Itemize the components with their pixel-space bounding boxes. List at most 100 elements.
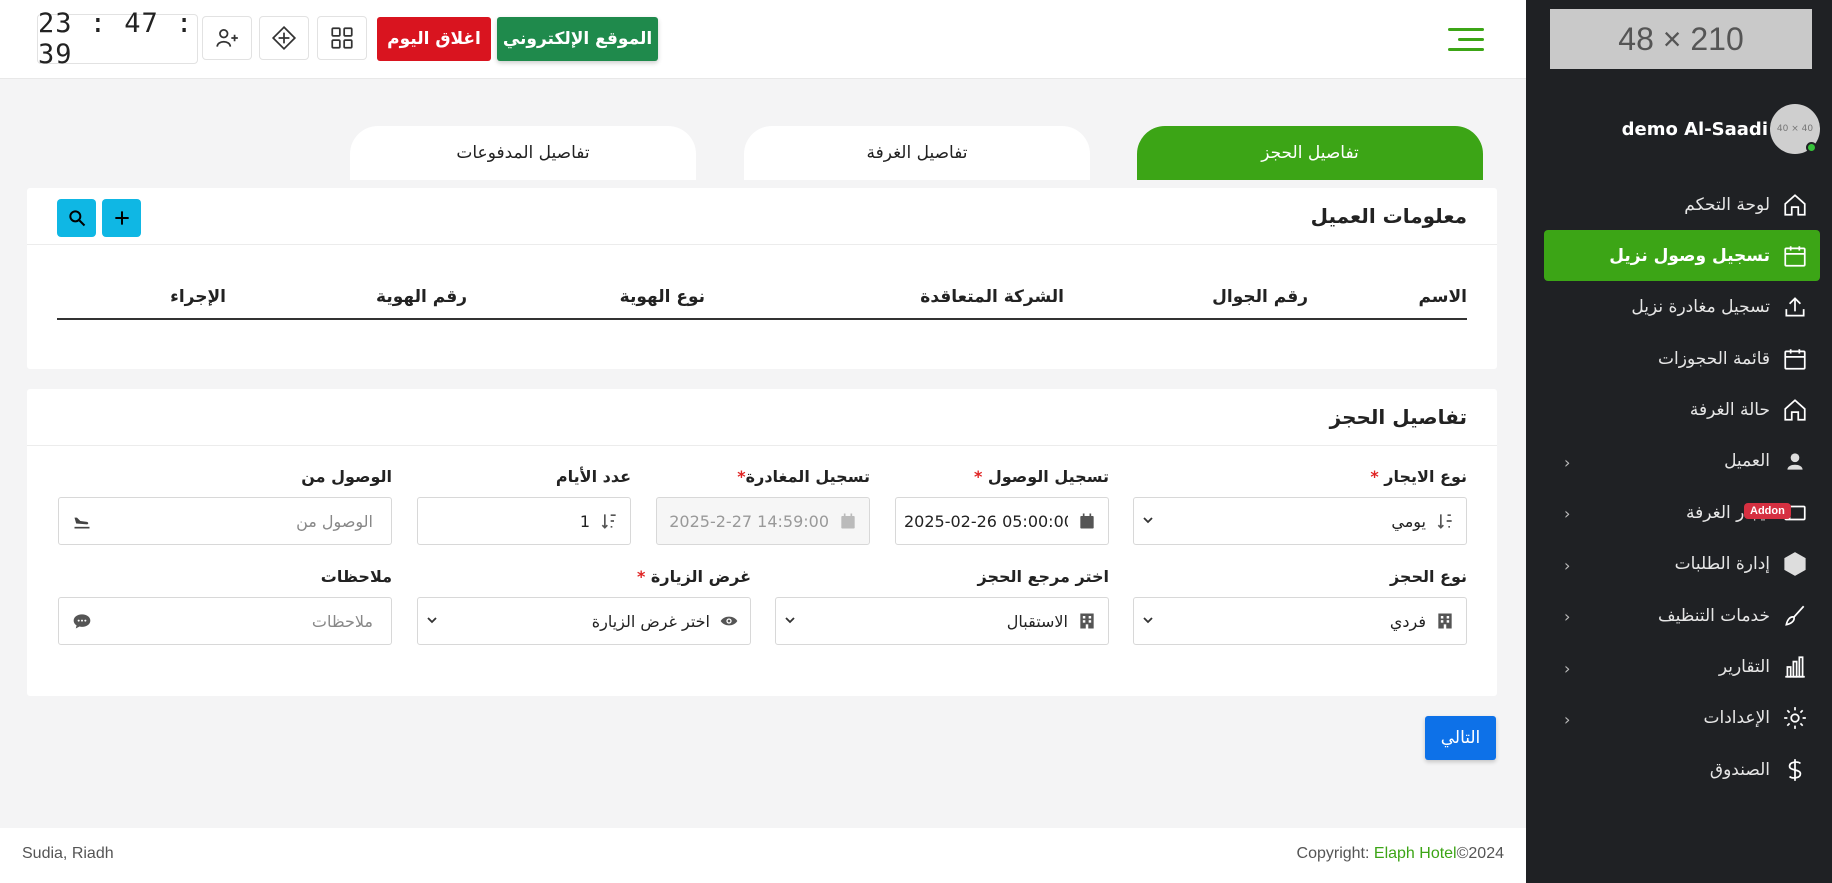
sidebar-item-label: الإعدادات xyxy=(1703,708,1770,729)
close-day-button[interactable]: اغلاق اليوم xyxy=(377,17,491,61)
building-icon xyxy=(1434,610,1456,632)
sidebar-item-orders[interactable]: إدارة الطلبات ‹ xyxy=(1544,539,1820,590)
plane-landing-icon xyxy=(71,510,93,532)
home-icon xyxy=(1780,190,1810,220)
chevron-left-icon: ‹ xyxy=(1564,452,1571,472)
checkin-datetime-input[interactable]: 2025-02-26 05:00:00 xyxy=(895,497,1109,545)
sidebar-item-label: قائمة الحجوزات xyxy=(1658,348,1770,369)
avatar-placeholder-text: 40 × 40 xyxy=(1776,124,1814,134)
move-button[interactable] xyxy=(259,16,309,60)
user-name: demo Al-Saadi xyxy=(1621,118,1768,140)
sidebar-item-checkin[interactable]: تسجيل وصول نزيل xyxy=(1544,230,1820,282)
grid-icon xyxy=(331,27,353,49)
home-icon xyxy=(1780,395,1810,425)
checkin-label: تسجيل الوصول * xyxy=(973,467,1109,486)
checkout-datetime-input: 2025-2-27 14:59:00 xyxy=(656,497,870,545)
broom-icon xyxy=(1780,601,1810,631)
sidebar: 210 × 48 40 × 40 demo Al-Saadi لوحة التح… xyxy=(1526,0,1832,883)
sidebar-item-label: تسجيل مغادرة نزيل xyxy=(1631,297,1770,318)
footer-copyright: Copyright: Elaph Hotel©2024 xyxy=(1296,845,1504,862)
user-profile[interactable]: 40 × 40 demo Al-Saadi xyxy=(1540,104,1820,154)
booking-details-card: تفاصيل الحجز نوع الايجار * تسجيل الوصول … xyxy=(27,389,1497,696)
eye-icon xyxy=(718,610,740,632)
rent-type-select[interactable]: يومي xyxy=(1133,497,1467,545)
chevron-left-icon: ‹ xyxy=(1564,658,1571,678)
menu-toggle-icon[interactable] xyxy=(1448,28,1484,52)
sidebar-item-bookings[interactable]: قائمة الحجوزات xyxy=(1544,333,1820,384)
sidebar-item-room-status[interactable]: حالة الغرفة xyxy=(1544,385,1820,436)
notes-label: ملاحظات xyxy=(320,567,392,586)
booking-type-select[interactable]: فردي xyxy=(1133,597,1467,645)
next-button[interactable]: التالي xyxy=(1425,716,1496,760)
sort-desc-icon xyxy=(598,510,620,532)
add-user-button[interactable] xyxy=(202,16,252,60)
user-plus-icon xyxy=(216,29,238,47)
sidebar-item-label: حالة الغرفة xyxy=(1689,400,1770,421)
chevron-down-icon xyxy=(1143,617,1153,624)
arrival-from-input[interactable]: الوصول من xyxy=(58,497,392,545)
booking-ref-select[interactable]: الاستقبال xyxy=(775,597,1109,645)
move-arrows-icon xyxy=(271,25,297,51)
days-count-label: عدد الأيام xyxy=(555,467,631,486)
footer-location: Sudia, Riadh xyxy=(22,845,114,862)
building-icon xyxy=(1076,610,1098,632)
chevron-left-icon: ‹ xyxy=(1564,607,1571,627)
sidebar-item-dashboard[interactable]: لوحة التحكم xyxy=(1544,179,1820,230)
sidebar-item-settings[interactable]: الإعدادات ‹ xyxy=(1544,693,1820,744)
user-icon xyxy=(1780,446,1810,476)
sidebar-item-room-rent[interactable]: ايجار الغرفة Addon ‹ xyxy=(1544,487,1820,538)
sidebar-item-customer[interactable]: العميل ‹ xyxy=(1544,436,1820,487)
sidebar-item-reports[interactable]: التقارير ‹ xyxy=(1544,642,1820,693)
sidebar-item-cleaning[interactable]: خدمات التنظيف ‹ xyxy=(1544,590,1820,641)
column-header-id-number: رقم الهوية xyxy=(376,287,467,307)
sidebar-item-label: لوحة التحكم xyxy=(1684,194,1770,215)
booking-card-title: تفاصيل الحجز xyxy=(27,389,1497,446)
website-button[interactable]: الموقع الإلكتروني xyxy=(497,17,658,61)
notes-input[interactable]: ملاحظات xyxy=(58,597,392,645)
sidebar-item-checkout[interactable]: تسجيل مغادرة نزيل xyxy=(1544,282,1820,333)
column-header-name: الاسم xyxy=(1418,287,1467,307)
search-icon xyxy=(68,210,85,227)
sidebar-nav: لوحة التحكم تسجيل وصول نزيل تسجيل مغادرة… xyxy=(1544,179,1820,796)
footer: Sudia, Riadh Copyright: Elaph Hotel©2024 xyxy=(0,828,1526,883)
tab-room-details[interactable]: تفاصيل الغرفة xyxy=(744,126,1090,180)
calendar-icon xyxy=(837,510,859,532)
footer-brand-link[interactable]: Elaph Hotel xyxy=(1374,845,1457,862)
hexagon-icon xyxy=(1780,549,1810,579)
online-status-dot xyxy=(1806,142,1817,153)
search-customer-button[interactable] xyxy=(57,199,96,237)
column-header-action: الإجراء xyxy=(170,287,226,307)
gear-icon xyxy=(1780,703,1810,733)
booking-type-label: نوع الحجز xyxy=(1389,567,1467,586)
comment-icon xyxy=(71,610,93,632)
clock: 23 : 47 : 39 xyxy=(37,8,198,70)
arrival-from-label: الوصول من xyxy=(301,467,392,486)
booking-ref-label: اختر مرجع الحجز xyxy=(977,567,1109,586)
avatar[interactable]: 40 × 40 xyxy=(1770,104,1820,154)
days-count-input[interactable]: 1 xyxy=(417,497,631,545)
table-header-divider xyxy=(57,318,1467,320)
chevron-left-icon: ‹ xyxy=(1564,709,1571,729)
dollar-icon xyxy=(1780,755,1810,785)
calendar-icon xyxy=(1780,344,1810,374)
chevron-down-icon xyxy=(427,617,437,624)
logo-placeholder: 210 × 48 xyxy=(1550,9,1812,69)
sidebar-item-label: إدارة الطلبات xyxy=(1674,554,1770,575)
plus-icon xyxy=(114,211,129,225)
visit-purpose-select[interactable]: اختر غرض الزيارة xyxy=(417,597,751,645)
chart-icon xyxy=(1780,652,1810,682)
apps-grid-button[interactable] xyxy=(317,16,367,60)
customer-info-card: معلومات العميل الاسم رقم الجوال الشركة ا… xyxy=(27,188,1497,369)
calendar-icon xyxy=(1076,510,1098,532)
sidebar-item-label: الصندوق xyxy=(1709,759,1770,780)
tab-booking-details[interactable]: تفاصيل الحجز xyxy=(1137,126,1483,180)
column-header-company: الشركة المتعاقدة xyxy=(920,287,1064,307)
tab-payment-details[interactable]: تفاصيل المدفوعات xyxy=(350,126,696,180)
chevron-down-icon xyxy=(785,617,795,624)
column-header-id-type: نوع الهوية xyxy=(619,287,705,307)
sidebar-item-label: تسجيل وصول نزيل xyxy=(1609,245,1770,266)
sort-icon xyxy=(1434,510,1456,532)
add-customer-button[interactable] xyxy=(102,199,141,237)
sidebar-item-cashbox[interactable]: الصندوق xyxy=(1544,744,1820,795)
customer-card-title: معلومات العميل xyxy=(27,188,1497,245)
